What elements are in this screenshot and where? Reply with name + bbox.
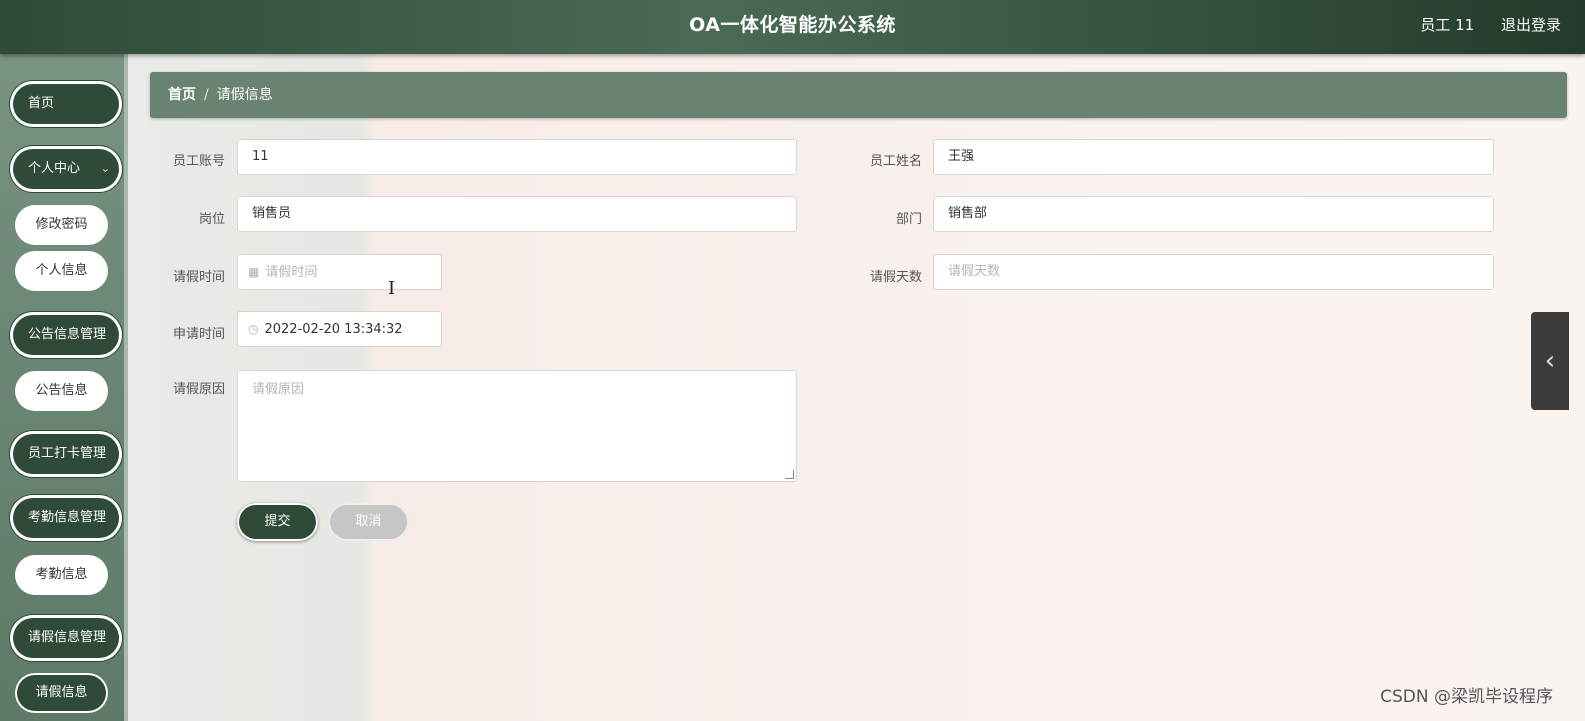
sidebar-item-clockin-mgmt[interactable]: 员工打卡管理 [10, 431, 122, 477]
emp-name-field[interactable]: 王强 [933, 139, 1494, 175]
sidebar-item-label: 员工打卡管理 [28, 446, 107, 461]
sidebar-item-notice-info[interactable]: 公告信息 [15, 371, 108, 411]
sidebar-item-label: 考勤信息管理 [28, 510, 107, 525]
sidebar-item-change-password[interactable]: 修改密码 [15, 205, 108, 245]
side-drawer-toggle[interactable]: ‹ [1531, 312, 1569, 410]
app-title: OA一体化智能办公系统 [689, 14, 896, 36]
reason-label: 请假原因 [172, 382, 225, 397]
sidebar-item-notice-mgmt[interactable]: 公告信息管理 [10, 312, 122, 358]
sidebar-item-attendance-mgmt[interactable]: 考勤信息管理 [10, 495, 122, 541]
leave-time-label: 请假时间 [172, 270, 225, 285]
sidebar-item-label: 请假信息管理 [28, 630, 107, 645]
sidebar-item-leave-mgmt[interactable]: 请假信息管理 [10, 615, 122, 661]
sidebar-item-label: 公告信息管理 [28, 327, 107, 342]
watermark: CSDN @梁凯毕设程序 [1380, 687, 1553, 707]
sidebar-item-personal-info[interactable]: 个人信息 [15, 251, 108, 291]
calendar-icon: ▦ [248, 265, 260, 279]
emp-name-label: 员工姓名 [869, 154, 922, 169]
text-cursor-icon: I [388, 278, 396, 299]
apply-time-picker[interactable]: ◷ 2022-02-20 13:34:32 [237, 311, 442, 347]
clock-icon: ◷ [248, 322, 259, 336]
emp-account-label: 员工账号 [172, 154, 225, 169]
position-field[interactable]: 销售员 [237, 196, 797, 232]
breadcrumb-current: 请假信息 [216, 87, 273, 103]
sidebar: 首页 个人中心 ⌄ 修改密码 个人信息 公告信息管理 公告信息 员工打卡管理 考勤… [0, 54, 128, 721]
sidebar-item-leave-info[interactable]: 请假信息 [15, 673, 108, 713]
chevron-left-icon: ‹ [1544, 346, 1556, 376]
emp-account-field[interactable]: 11 [237, 139, 797, 175]
resize-handle-icon[interactable] [785, 470, 794, 479]
cancel-button[interactable]: 取消 [328, 503, 409, 541]
position-label: 岗位 [198, 212, 225, 227]
leave-time-placeholder: 请假时间 [265, 265, 318, 280]
dept-label: 部门 [895, 212, 922, 227]
apply-time-label: 申请时间 [172, 327, 225, 342]
sidebar-item-home[interactable]: 首页 [10, 81, 122, 127]
breadcrumb: 首页 / 请假信息 [150, 72, 1567, 118]
leave-time-picker[interactable]: ▦ 请假时间 [237, 254, 442, 290]
user-area: 员工 11 退出登录 [1398, 0, 1561, 50]
current-user: 员工 11 [1420, 16, 1475, 34]
top-header: OA一体化智能办公系统 员工 11 退出登录 [0, 0, 1585, 54]
submit-button[interactable]: 提交 [237, 503, 318, 541]
reason-textarea[interactable]: 请假原因 [237, 370, 797, 482]
logout-link[interactable]: 退出登录 [1501, 16, 1561, 34]
apply-time-value: 2022-02-20 13:34:32 [264, 322, 403, 337]
chevron-down-icon: ⌄ [100, 162, 110, 175]
dept-field[interactable]: 销售部 [933, 196, 1494, 232]
reason-placeholder: 请假原因 [252, 382, 305, 397]
sidebar-item-label: 个人中心 [28, 161, 81, 176]
breadcrumb-home[interactable]: 首页 [168, 87, 196, 103]
sidebar-item-personal-center[interactable]: 个人中心 ⌄ [10, 146, 122, 192]
leave-days-field[interactable]: 请假天数 [933, 254, 1494, 290]
leave-days-label: 请假天数 [869, 270, 922, 285]
breadcrumb-separator: / [204, 87, 209, 103]
sidebar-item-label: 首页 [28, 96, 55, 111]
sidebar-item-attendance-info[interactable]: 考勤信息 [15, 555, 108, 595]
